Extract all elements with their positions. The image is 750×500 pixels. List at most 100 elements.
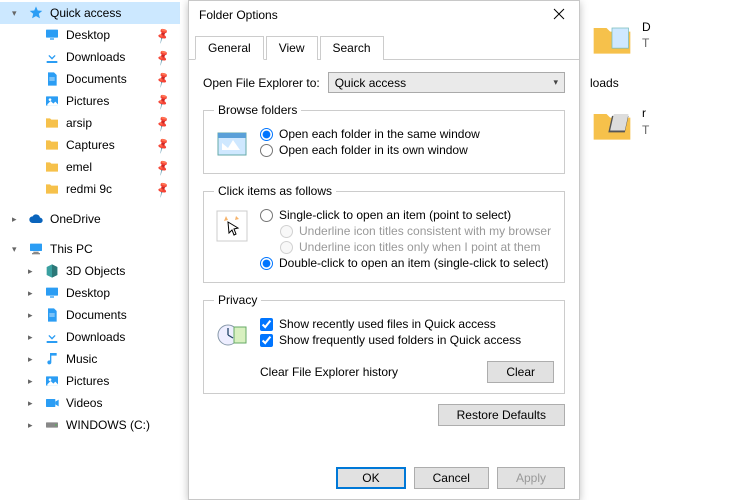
item-name: loads [590,76,750,90]
navigation-tree: ▾ Quick access Desktop 📌 Downloads 📌 Doc… [0,0,180,500]
radio-own-window[interactable]: Open each folder in its own window [260,143,554,157]
tree-label: Pictures [66,94,109,108]
restore-defaults-button[interactable]: Restore Defaults [438,404,565,426]
folder-icon [44,137,60,153]
item-meta: T [642,123,649,137]
tree-item-emel[interactable]: emel 📌 [0,156,180,178]
document-icon [44,71,60,87]
tree-this-pc[interactable]: ▾ This PC [0,238,180,260]
chevron-down-icon[interactable]: ▾ [12,8,22,19]
tab-general[interactable]: General [195,36,264,60]
folder-icon [44,115,60,131]
tree-item-videos[interactable]: ▸ Videos [0,392,180,414]
dialog-body: Open File Explorer to: Quick access ▾ Br… [189,60,579,457]
ok-button[interactable]: OK [336,467,405,489]
chevron-right-icon[interactable]: ▸ [28,398,38,409]
click-items-group: Click items as follows Single-click to o… [203,184,565,283]
pin-icon: 📌 [154,48,172,66]
check-frequent-folders[interactable]: Show frequently used folders in Quick ac… [260,333,554,347]
radio-label: Double-click to open an item (single-cli… [279,256,548,270]
chevron-right-icon[interactable]: ▸ [28,288,38,299]
tab-view[interactable]: View [266,36,318,60]
video-icon [44,395,60,411]
privacy-group: Privacy Show recently used files in Quic… [203,293,565,394]
pin-icon: 📌 [154,114,172,132]
tree-label: Downloads [66,50,125,64]
content-item[interactable]: D T [590,20,750,76]
computer-icon [28,241,44,257]
dropdown-value: Quick access [335,76,406,90]
radio-input[interactable] [260,257,273,270]
chevron-right-icon[interactable]: ▸ [28,332,38,343]
radio-input[interactable] [260,209,273,222]
chevron-down-icon[interactable]: ▾ [12,244,22,255]
tree-label: 3D Objects [66,264,125,278]
tab-search[interactable]: Search [320,36,384,60]
pin-icon: 📌 [154,92,172,110]
music-icon [44,351,60,367]
tree-label: Captures [66,138,115,152]
chevron-right-icon[interactable]: ▸ [28,376,38,387]
group-legend: Privacy [214,293,261,307]
pin-icon: 📌 [154,180,172,198]
radio-underline-browser: Underline icon titles consistent with my… [260,224,554,238]
tree-label: Desktop [66,286,110,300]
tree-item-pc-downloads[interactable]: ▸ Downloads [0,326,180,348]
radio-double-click[interactable]: Double-click to open an item (single-cli… [260,256,554,270]
tree-label: Documents [66,72,127,86]
radio-input [280,241,293,254]
tree-item-3dobjects[interactable]: ▸ 3D Objects [0,260,180,282]
tree-item-pictures[interactable]: Pictures 📌 [0,90,180,112]
check-recent-files[interactable]: Show recently used files in Quick access [260,317,554,331]
folder-icon [44,159,60,175]
radio-same-window[interactable]: Open each folder in the same window [260,127,554,141]
tree-label: This PC [50,242,93,256]
tree-label: redmi 9c [66,182,112,196]
tree-item-pc-desktop[interactable]: ▸ Desktop [0,282,180,304]
clear-button[interactable]: Clear [487,361,554,383]
tree-item-arsip[interactable]: arsip 📌 [0,112,180,134]
tree-quick-access[interactable]: ▾ Quick access [0,2,180,24]
radio-label: Open each folder in its own window [279,143,468,157]
pin-icon: 📌 [154,70,172,88]
tree-onedrive[interactable]: ▸ OneDrive [0,208,180,230]
chevron-right-icon[interactable]: ▸ [12,214,22,225]
checkbox-label: Show recently used files in Quick access [279,317,496,331]
tree-item-captures[interactable]: Captures 📌 [0,134,180,156]
cancel-button[interactable]: Cancel [414,467,489,489]
tab-strip: General View Search [189,35,579,60]
open-to-dropdown[interactable]: Quick access ▾ [328,72,565,93]
clock-icon [214,317,250,353]
radio-single-click[interactable]: Single-click to open an item (point to s… [260,208,554,222]
radio-input[interactable] [260,128,273,141]
apply-button[interactable]: Apply [497,467,565,489]
radio-input [280,225,293,238]
tree-label: Videos [66,396,102,410]
close-button[interactable] [539,2,579,29]
tree-item-desktop[interactable]: Desktop 📌 [0,24,180,46]
radio-input[interactable] [260,144,273,157]
clear-history-label: Clear File Explorer history [260,365,398,379]
tree-label: Pictures [66,374,109,388]
tree-item-music[interactable]: ▸ Music [0,348,180,370]
chevron-right-icon[interactable]: ▸ [28,310,38,321]
tree-label: Music [66,352,97,366]
dialog-title: Folder Options [199,8,278,22]
checkbox-input[interactable] [260,318,273,331]
tree-item-downloads[interactable]: Downloads 📌 [0,46,180,68]
tree-item-pc-pictures[interactable]: ▸ Pictures [0,370,180,392]
chevron-right-icon[interactable]: ▸ [28,266,38,277]
folder-icon [590,106,634,144]
drive-icon [44,417,60,433]
checkbox-input[interactable] [260,334,273,347]
content-item[interactable]: r T [590,106,750,162]
chevron-right-icon[interactable]: ▸ [28,420,38,431]
tree-label: arsip [66,116,92,130]
tree-item-documents[interactable]: Documents 📌 [0,68,180,90]
chevron-right-icon[interactable]: ▸ [28,354,38,365]
tree-item-drive-c[interactable]: ▸ WINDOWS (C:) [0,414,180,436]
tree-item-pc-documents[interactable]: ▸ Documents [0,304,180,326]
tree-item-redmi9c[interactable]: redmi 9c 📌 [0,178,180,200]
tree-label: Downloads [66,330,125,344]
dialog-titlebar[interactable]: Folder Options [189,1,579,29]
